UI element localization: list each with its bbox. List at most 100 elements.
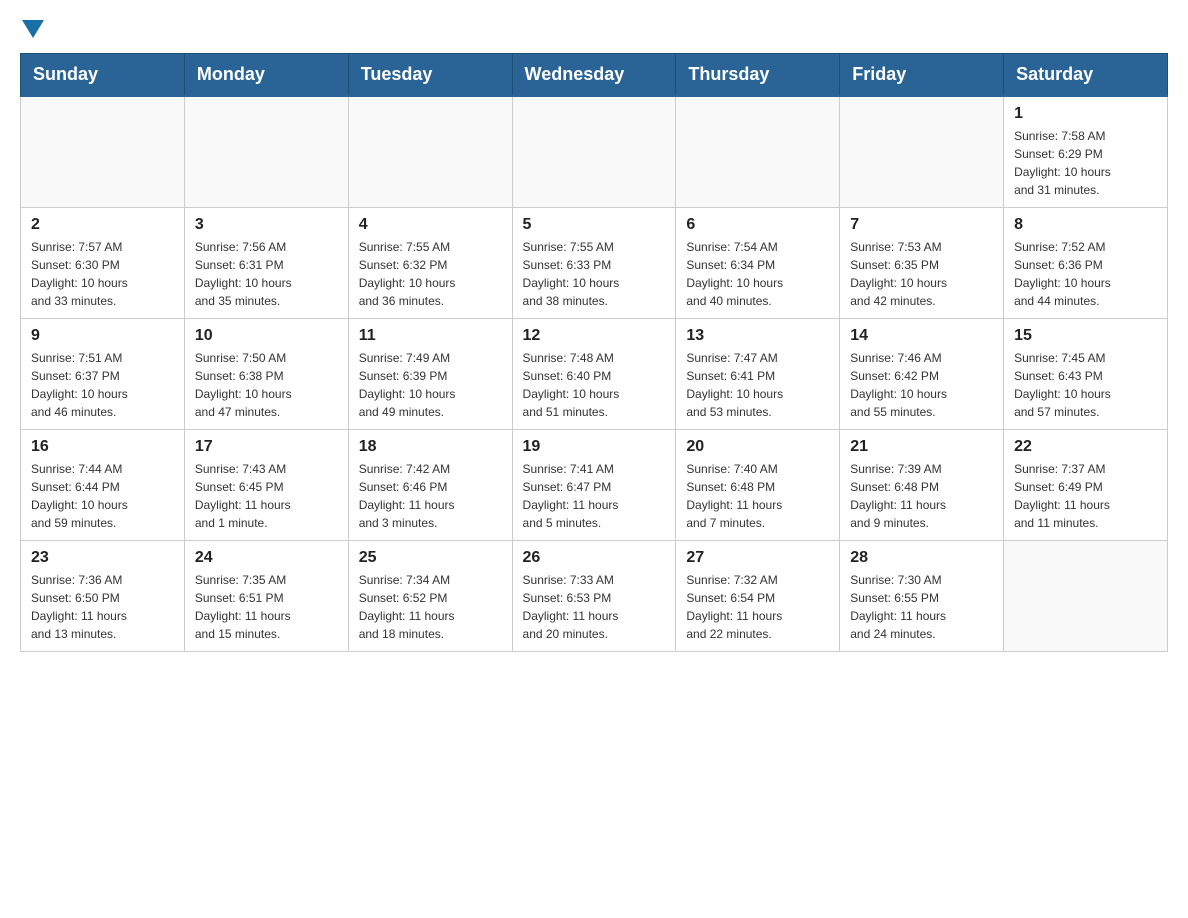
col-monday: Monday (184, 54, 348, 97)
table-row: 20 Sunrise: 7:40 AMSunset: 6:48 PMDayligh… (676, 430, 840, 541)
table-row: 7 Sunrise: 7:53 AMSunset: 6:35 PMDaylight… (840, 208, 1004, 319)
calendar-header-row: Sunday Monday Tuesday Wednesday Thursday… (21, 54, 1168, 97)
day-number: 5 (523, 216, 666, 234)
day-info: Sunrise: 7:56 AMSunset: 6:31 PMDaylight:… (195, 238, 338, 310)
table-row: 21 Sunrise: 7:39 AMSunset: 6:48 PMDayligh… (840, 430, 1004, 541)
col-tuesday: Tuesday (348, 54, 512, 97)
day-number: 21 (850, 438, 993, 456)
day-info: Sunrise: 7:37 AMSunset: 6:49 PMDaylight:… (1014, 460, 1157, 532)
table-row: 13 Sunrise: 7:47 AMSunset: 6:41 PMDayligh… (676, 319, 840, 430)
col-thursday: Thursday (676, 54, 840, 97)
day-info: Sunrise: 7:51 AMSunset: 6:37 PMDaylight:… (31, 349, 174, 421)
table-row (512, 96, 676, 208)
day-info: Sunrise: 7:48 AMSunset: 6:40 PMDaylight:… (523, 349, 666, 421)
day-number: 8 (1014, 216, 1157, 234)
day-number: 17 (195, 438, 338, 456)
day-info: Sunrise: 7:46 AMSunset: 6:42 PMDaylight:… (850, 349, 993, 421)
calendar-week-row: 9 Sunrise: 7:51 AMSunset: 6:37 PMDaylight… (21, 319, 1168, 430)
day-number: 15 (1014, 327, 1157, 345)
day-number: 16 (31, 438, 174, 456)
day-number: 14 (850, 327, 993, 345)
day-number: 7 (850, 216, 993, 234)
day-number: 11 (359, 327, 502, 345)
day-info: Sunrise: 7:32 AMSunset: 6:54 PMDaylight:… (686, 571, 829, 643)
table-row: 3 Sunrise: 7:56 AMSunset: 6:31 PMDaylight… (184, 208, 348, 319)
day-info: Sunrise: 7:45 AMSunset: 6:43 PMDaylight:… (1014, 349, 1157, 421)
day-info: Sunrise: 7:50 AMSunset: 6:38 PMDaylight:… (195, 349, 338, 421)
day-info: Sunrise: 7:55 AMSunset: 6:32 PMDaylight:… (359, 238, 502, 310)
day-number: 4 (359, 216, 502, 234)
table-row: 11Sunrise: 7:49 AMSunset: 6:39 PMDayligh… (348, 319, 512, 430)
col-sunday: Sunday (21, 54, 185, 97)
table-row: 18 Sunrise: 7:42 AMSunset: 6:46 PMDayligh… (348, 430, 512, 541)
calendar-week-row: 1Sunrise: 7:58 AMSunset: 6:29 PMDaylight… (21, 96, 1168, 208)
col-saturday: Saturday (1004, 54, 1168, 97)
day-number: 13 (686, 327, 829, 345)
table-row: 27 Sunrise: 7:32 AMSunset: 6:54 PMDayligh… (676, 541, 840, 652)
table-row (1004, 541, 1168, 652)
day-number: 27 (686, 549, 829, 567)
table-row: 14 Sunrise: 7:46 AMSunset: 6:42 PMDayligh… (840, 319, 1004, 430)
table-row: 1Sunrise: 7:58 AMSunset: 6:29 PMDaylight… (1004, 96, 1168, 208)
day-info: Sunrise: 7:40 AMSunset: 6:48 PMDaylight:… (686, 460, 829, 532)
day-number: 3 (195, 216, 338, 234)
table-row (840, 96, 1004, 208)
table-row (348, 96, 512, 208)
table-row: 23 Sunrise: 7:36 AMSunset: 6:50 PMDayligh… (21, 541, 185, 652)
table-row: 19Sunrise: 7:41 AMSunset: 6:47 PMDayligh… (512, 430, 676, 541)
day-info: Sunrise: 7:35 AMSunset: 6:51 PMDaylight:… (195, 571, 338, 643)
day-info: Sunrise: 7:57 AMSunset: 6:30 PMDaylight:… (31, 238, 174, 310)
day-info: Sunrise: 7:55 AMSunset: 6:33 PMDaylight:… (523, 238, 666, 310)
table-row (184, 96, 348, 208)
day-number: 26 (523, 549, 666, 567)
day-info: Sunrise: 7:33 AMSunset: 6:53 PMDaylight:… (523, 571, 666, 643)
table-row: 2 Sunrise: 7:57 AMSunset: 6:30 PMDaylight… (21, 208, 185, 319)
day-number: 9 (31, 327, 174, 345)
day-info: Sunrise: 7:54 AMSunset: 6:34 PMDaylight:… (686, 238, 829, 310)
col-friday: Friday (840, 54, 1004, 97)
day-number: 22 (1014, 438, 1157, 456)
day-number: 2 (31, 216, 174, 234)
table-row: 24Sunrise: 7:35 AMSunset: 6:51 PMDayligh… (184, 541, 348, 652)
table-row: 22 Sunrise: 7:37 AMSunset: 6:49 PMDayligh… (1004, 430, 1168, 541)
day-number: 18 (359, 438, 502, 456)
day-info: Sunrise: 7:39 AMSunset: 6:48 PMDaylight:… (850, 460, 993, 532)
logo (20, 20, 52, 43)
table-row: 4 Sunrise: 7:55 AMSunset: 6:32 PMDaylight… (348, 208, 512, 319)
table-row: 5 Sunrise: 7:55 AMSunset: 6:33 PMDaylight… (512, 208, 676, 319)
table-row: 15 Sunrise: 7:45 AMSunset: 6:43 PMDayligh… (1004, 319, 1168, 430)
day-number: 20 (686, 438, 829, 456)
page-header (20, 20, 1168, 43)
day-number: 6 (686, 216, 829, 234)
table-row: 6 Sunrise: 7:54 AMSunset: 6:34 PMDaylight… (676, 208, 840, 319)
day-info: Sunrise: 7:52 AMSunset: 6:36 PMDaylight:… (1014, 238, 1157, 310)
calendar-week-row: 23 Sunrise: 7:36 AMSunset: 6:50 PMDayligh… (21, 541, 1168, 652)
day-number: 12 (523, 327, 666, 345)
calendar-week-row: 2 Sunrise: 7:57 AMSunset: 6:30 PMDaylight… (21, 208, 1168, 319)
day-info: Sunrise: 7:43 AMSunset: 6:45 PMDaylight:… (195, 460, 338, 532)
day-info: Sunrise: 7:44 AMSunset: 6:44 PMDaylight:… (31, 460, 174, 532)
table-row: 8 Sunrise: 7:52 AMSunset: 6:36 PMDaylight… (1004, 208, 1168, 319)
day-number: 23 (31, 549, 174, 567)
day-info: Sunrise: 7:53 AMSunset: 6:35 PMDaylight:… (850, 238, 993, 310)
day-info: Sunrise: 7:47 AMSunset: 6:41 PMDaylight:… (686, 349, 829, 421)
day-info: Sunrise: 7:58 AMSunset: 6:29 PMDaylight:… (1014, 127, 1157, 199)
logo-triangle-icon (22, 20, 44, 43)
col-wednesday: Wednesday (512, 54, 676, 97)
day-number: 28 (850, 549, 993, 567)
day-number: 10 (195, 327, 338, 345)
calendar-week-row: 16 Sunrise: 7:44 AMSunset: 6:44 PMDayligh… (21, 430, 1168, 541)
table-row (21, 96, 185, 208)
day-info: Sunrise: 7:36 AMSunset: 6:50 PMDaylight:… (31, 571, 174, 643)
table-row: 28Sunrise: 7:30 AMSunset: 6:55 PMDayligh… (840, 541, 1004, 652)
day-info: Sunrise: 7:42 AMSunset: 6:46 PMDaylight:… (359, 460, 502, 532)
table-row: 12 Sunrise: 7:48 AMSunset: 6:40 PMDayligh… (512, 319, 676, 430)
day-info: Sunrise: 7:34 AMSunset: 6:52 PMDaylight:… (359, 571, 502, 643)
table-row: 9 Sunrise: 7:51 AMSunset: 6:37 PMDaylight… (21, 319, 185, 430)
day-number: 25 (359, 549, 502, 567)
day-info: Sunrise: 7:41 AMSunset: 6:47 PMDaylight:… (523, 460, 666, 532)
table-row: 26 Sunrise: 7:33 AMSunset: 6:53 PMDayligh… (512, 541, 676, 652)
table-row: 25 Sunrise: 7:34 AMSunset: 6:52 PMDayligh… (348, 541, 512, 652)
calendar-table: Sunday Monday Tuesday Wednesday Thursday… (20, 53, 1168, 652)
table-row: 10 Sunrise: 7:50 AMSunset: 6:38 PMDayligh… (184, 319, 348, 430)
